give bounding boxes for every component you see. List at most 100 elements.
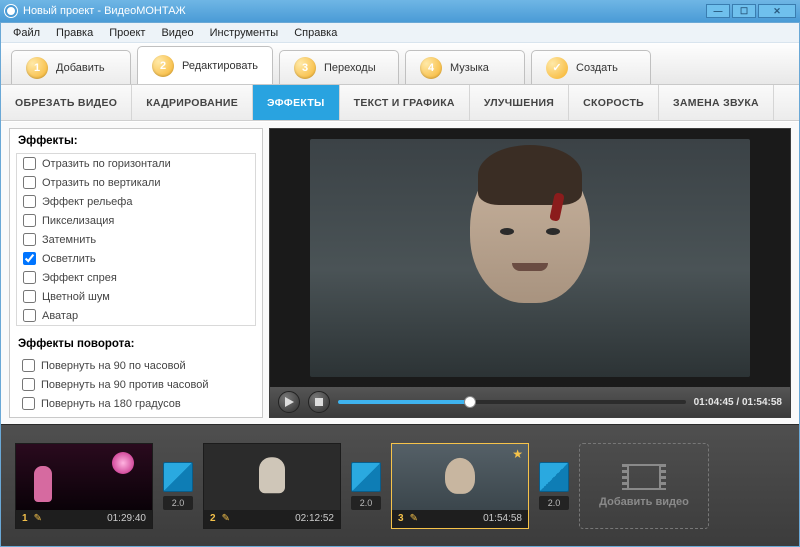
step-transitions[interactable]: 3 Переходы bbox=[279, 50, 399, 84]
rotate-label: Повернуть на 90 против часовой bbox=[41, 379, 209, 391]
transition-slot[interactable]: 2.0 bbox=[163, 462, 193, 510]
window-title: Новый проект - ВидеоМОНТАЖ bbox=[23, 5, 186, 17]
effect-item[interactable]: Отразить по горизонтали bbox=[17, 154, 255, 173]
transition-duration[interactable]: 2.0 bbox=[163, 496, 193, 510]
transition-duration[interactable]: 2.0 bbox=[351, 496, 381, 510]
effect-label: Затемнить bbox=[42, 234, 96, 246]
subtab-speed[interactable]: СКОРОСТЬ bbox=[569, 85, 659, 120]
maximize-button[interactable]: ☐ bbox=[732, 4, 756, 18]
pencil-icon[interactable]: ✎ bbox=[222, 513, 230, 524]
star-icon: ★ bbox=[512, 447, 523, 461]
rotate-item[interactable]: Повернуть на 90 против часовой bbox=[10, 375, 262, 394]
effect-checkbox[interactable] bbox=[23, 195, 36, 208]
rotate-label: Повернуть на 180 градусов bbox=[41, 398, 181, 410]
timeline-clip[interactable]: 1✎01:29:40 bbox=[15, 443, 153, 529]
menu-video[interactable]: Видео bbox=[153, 25, 201, 41]
subtab-trim[interactable]: ОБРЕЗАТЬ ВИДЕО bbox=[1, 85, 132, 120]
transition-slot[interactable]: 2.0 bbox=[351, 462, 381, 510]
effect-item[interactable]: Отразить по вертикали bbox=[17, 173, 255, 192]
step-edit[interactable]: 2 Редактировать bbox=[137, 46, 273, 84]
step-music[interactable]: 4 Музыка bbox=[405, 50, 525, 84]
step-num-icon: 4 bbox=[420, 57, 442, 79]
close-button[interactable]: ✕ bbox=[758, 4, 796, 18]
effect-item[interactable]: Осветлить bbox=[17, 249, 255, 268]
minimize-button[interactable]: — bbox=[706, 4, 730, 18]
transition-icon[interactable] bbox=[539, 462, 569, 492]
step-label: Музыка bbox=[450, 62, 489, 74]
clip-thumbnail[interactable] bbox=[204, 444, 340, 510]
timeline[interactable]: 1✎01:29:402.02✎02:12:522.0★3✎01:54:582.0… bbox=[1, 424, 799, 546]
effects-header: Эффекты: bbox=[10, 129, 262, 153]
video-preview[interactable] bbox=[270, 129, 790, 387]
step-label: Редактировать bbox=[182, 60, 258, 72]
step-label: Переходы bbox=[324, 62, 376, 74]
clip-thumbnail[interactable]: ★ bbox=[392, 444, 528, 510]
timeline-clip[interactable]: ★ 3 ✎ 01:54:58 bbox=[391, 443, 529, 529]
effect-item[interactable]: Цветной шум bbox=[17, 287, 255, 306]
film-icon bbox=[627, 464, 661, 490]
effect-checkbox[interactable] bbox=[23, 252, 36, 265]
effect-item[interactable]: Аватар bbox=[17, 306, 255, 325]
menu-help[interactable]: Справка bbox=[286, 25, 345, 41]
effect-checkbox[interactable] bbox=[23, 233, 36, 246]
effect-item[interactable]: Эффект спрея bbox=[17, 268, 255, 287]
effect-label: Цветной шум bbox=[42, 291, 110, 303]
rotate-checkbox[interactable] bbox=[22, 378, 35, 391]
clip-thumbnail[interactable] bbox=[16, 444, 152, 510]
effect-label: Отразить по горизонтали bbox=[42, 158, 171, 170]
rotate-header: Эффекты поворота: bbox=[10, 332, 262, 356]
subtab-enhance[interactable]: УЛУЧШЕНИЯ bbox=[470, 85, 569, 120]
menu-file[interactable]: Файл bbox=[5, 25, 48, 41]
subtab-effects[interactable]: ЭФФЕКТЫ bbox=[253, 85, 340, 120]
transition-icon[interactable] bbox=[163, 462, 193, 492]
pencil-icon[interactable]: ✎ bbox=[34, 513, 42, 524]
add-video-button[interactable]: Добавить видео bbox=[579, 443, 709, 529]
rotate-checkbox[interactable] bbox=[22, 397, 35, 410]
effect-checkbox[interactable] bbox=[23, 157, 36, 170]
effect-checkbox[interactable] bbox=[23, 176, 36, 189]
subtabs: ОБРЕЗАТЬ ВИДЕО КАДРИРОВАНИЕ ЭФФЕКТЫ ТЕКС… bbox=[1, 85, 799, 121]
menu-edit[interactable]: Правка bbox=[48, 25, 101, 41]
app-icon bbox=[4, 4, 18, 18]
rotate-item[interactable]: Повернуть на 180 градусов bbox=[10, 394, 262, 413]
clip-duration: 01:54:58 bbox=[483, 513, 522, 524]
subtab-audio[interactable]: ЗАМЕНА ЗВУКА bbox=[659, 85, 774, 120]
play-button[interactable] bbox=[278, 391, 300, 413]
timeline-clip[interactable]: 2✎02:12:52 bbox=[203, 443, 341, 529]
subtab-text[interactable]: ТЕКСТ И ГРАФИКА bbox=[340, 85, 470, 120]
seek-slider[interactable] bbox=[338, 400, 686, 404]
rotate-item[interactable]: Повернуть на 90 по часовой bbox=[10, 356, 262, 375]
titlebar[interactable]: Новый проект - ВидеоМОНТАЖ — ☐ ✕ bbox=[0, 0, 800, 22]
stop-button[interactable] bbox=[308, 391, 330, 413]
transition-slot[interactable]: 2.0 bbox=[539, 462, 569, 510]
menubar: Файл Правка Проект Видео Инструменты Спр… bbox=[1, 23, 799, 43]
transition-icon[interactable] bbox=[351, 462, 381, 492]
seek-thumb[interactable] bbox=[464, 396, 476, 408]
step-label: Добавить bbox=[56, 62, 105, 74]
effect-item[interactable]: Затемнить bbox=[17, 230, 255, 249]
effect-item[interactable]: Пикселизация bbox=[17, 211, 255, 230]
step-num-icon: 2 bbox=[152, 55, 174, 77]
pencil-icon[interactable]: ✎ bbox=[410, 513, 418, 524]
step-add[interactable]: 1 Добавить bbox=[11, 50, 131, 84]
step-label: Создать bbox=[576, 62, 618, 74]
menu-tools[interactable]: Инструменты bbox=[202, 25, 287, 41]
rotate-checkbox[interactable] bbox=[22, 359, 35, 372]
effect-checkbox[interactable] bbox=[23, 214, 36, 227]
effects-sidebar: Эффекты: Отразить по горизонталиОтразить… bbox=[9, 128, 263, 418]
step-create[interactable]: ✓ Создать bbox=[531, 50, 651, 84]
clip-duration: 02:12:52 bbox=[295, 513, 334, 524]
effect-checkbox[interactable] bbox=[23, 309, 36, 322]
effect-checkbox[interactable] bbox=[23, 290, 36, 303]
menu-project[interactable]: Проект bbox=[101, 25, 153, 41]
effect-item[interactable]: Эффект рельефа bbox=[17, 192, 255, 211]
effects-list[interactable]: Отразить по горизонтали Отразить по верти… bbox=[16, 153, 256, 326]
subtab-crop[interactable]: КАДРИРОВАНИЕ bbox=[132, 85, 253, 120]
time-display: 01:04:45 / 01:54:58 bbox=[694, 397, 782, 408]
clip-index: 3 bbox=[398, 513, 404, 524]
effect-checkbox[interactable] bbox=[23, 271, 36, 284]
transition-duration[interactable]: 2.0 bbox=[539, 496, 569, 510]
effect-label: Пикселизация bbox=[42, 215, 114, 227]
check-icon: ✓ bbox=[546, 57, 568, 79]
rotate-label: Повернуть на 90 по часовой bbox=[41, 360, 186, 372]
